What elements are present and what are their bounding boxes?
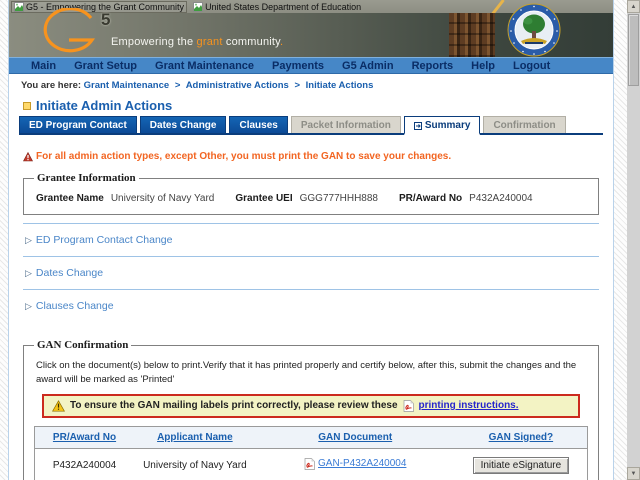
grantee-name-value: University of Navy Yard [110,193,215,204]
initiate-esignature-button[interactable]: Initiate eSignature [472,456,570,474]
nav-main[interactable]: Main [31,60,56,72]
section-label: Dates Change [35,267,104,279]
expand-arrow-icon: ▷ [25,234,32,245]
pdf-icon [304,457,315,470]
grantee-info-row: Grantee Name University of Navy Yard Gra… [34,190,588,205]
breadcrumb-prefix: You are here: [21,80,82,91]
tab-dates-change[interactable]: Dates Change [139,116,227,133]
current-tab-icon [413,121,422,130]
gan-confirmation-fieldset: GAN Confirmation Click on the document(s… [23,339,599,480]
gan-document-link[interactable]: GAN-P432A240004 [304,457,407,470]
breadcrumb-separator: > [294,80,301,91]
header-pr-award-no[interactable]: PR/Award No [34,426,135,449]
tab-ed-program-contact[interactable]: ED Program Contact [19,116,137,133]
nav-help[interactable]: Help [471,60,495,72]
tab-strip: ED Program Contact Dates Change Clauses … [19,116,603,135]
tab-summary[interactable]: Summary [403,116,481,135]
gan-document-link-text: GAN-P432A240004 [318,458,407,470]
bookshelf-photo [449,13,495,57]
tab-clauses[interactable]: Clauses [229,116,288,133]
cell-award: P432A240004 [34,448,135,480]
breadcrumb-administrative-actions[interactable]: Administrative Actions [186,80,289,91]
ed-department-seal-icon [507,3,561,57]
breadcrumb-grant-maintenance[interactable]: Grant Maintenance [84,80,170,91]
tab-confirmation: Confirmation [483,116,566,133]
breadcrumb-initiate-actions[interactable]: Initiate Actions [306,80,374,91]
collapse-box-icon [23,101,31,110]
section-ed-program-contact-change[interactable]: ▷ ED Program Contact Change [9,224,613,256]
scroll-down-button[interactable]: ▼ [627,467,640,480]
g5-logo-icon [43,8,96,53]
cell-signed: Initiate eSignature [454,448,588,480]
section-dates-change[interactable]: ▷ Dates Change [9,257,613,289]
page-title: Initiate Admin Actions [36,98,173,113]
alt-title-ed-text: United States Department of Education [205,1,362,12]
broken-image-icon [193,1,204,12]
expand-arrow-icon: ▷ [25,267,32,278]
grantee-information-legend: Grantee Information [37,172,136,184]
cell-document: GAN-P432A240004 [255,448,455,480]
grantee-name-label: Grantee Name [36,193,104,204]
printing-notice-text: To ensure the GAN mailing labels print c… [70,400,398,412]
grantee-uei-label: Grantee UEI [235,193,293,204]
printing-instructions-link[interactable]: printing instructions. [419,400,519,411]
nav-reports[interactable]: Reports [412,60,454,72]
vertical-scrollbar[interactable]: ▲ ▼ [627,0,640,480]
scroll-up-button[interactable]: ▲ [627,0,640,13]
expand-arrow-icon: ▷ [25,300,32,311]
alert-icon [23,151,33,161]
warning-text: For all admin action types, except Other… [36,151,452,162]
tab-summary-label: Summary [424,120,471,131]
page-title-row: Initiate Admin Actions [23,98,613,113]
nav-grant-maintenance[interactable]: Grant Maintenance [155,60,254,72]
section-label: Clauses Change [35,300,114,312]
tab-packet-information: Packet Information [290,116,401,133]
nav-logout[interactable]: Logout [513,60,550,72]
grantee-information-fieldset: Grantee Information Grantee Name Univers… [23,172,599,215]
broken-image-icon [14,1,24,12]
header-applicant-name[interactable]: Applicant Name [134,426,256,449]
grantee-uei-value: GGG777HHH888 [299,193,378,204]
pdf-icon [403,399,414,412]
breadcrumb: You are here: Grant Maintenance > Admini… [9,74,613,96]
warning-triangle-icon [52,399,65,412]
section-label: ED Program Contact Change [35,234,173,246]
pr-award-no-label: PR/Award No [399,193,463,204]
table-row: P432A240004 University of Navy Yard GAN-… [34,448,588,480]
main-navigation: Main Grant Setup Grant Maintenance Payme… [9,57,613,74]
main-window: G5 - Empowering the Grant Community Unit… [8,0,614,480]
g5-banner: G5 - Empowering the Grant Community Unit… [9,0,613,57]
nav-grant-setup[interactable]: Grant Setup [74,60,137,72]
table-header-row: PR/Award No Applicant Name GAN Document … [34,426,588,449]
g5-logo-number: 5 [101,10,111,29]
scrollbar-thumb[interactable] [628,14,639,86]
gan-instructions: Click on the document(s) below to print.… [36,360,577,385]
pr-award-no-value: P432A240004 [469,193,533,204]
printing-notice-box: To ensure the GAN mailing labels print c… [42,393,580,418]
header-gan-document[interactable]: GAN Document [255,426,455,449]
section-clauses-change[interactable]: ▷ Clauses Change [9,290,613,322]
alt-title-ed: United States Department of Education [193,1,362,12]
gan-confirmation-legend: GAN Confirmation [37,339,129,351]
gan-print-warning: For all admin action types, except Other… [23,151,613,162]
breadcrumb-separator: > [174,80,181,91]
cell-applicant: University of Navy Yard [134,448,256,480]
banner-tagline: Empowering the grant community. [111,36,284,48]
nav-g5-admin[interactable]: G5 Admin [342,60,394,72]
nav-payments[interactable]: Payments [272,60,324,72]
header-gan-signed[interactable]: GAN Signed? [454,426,588,449]
gan-documents-table: PR/Award No Applicant Name GAN Document … [34,425,588,480]
